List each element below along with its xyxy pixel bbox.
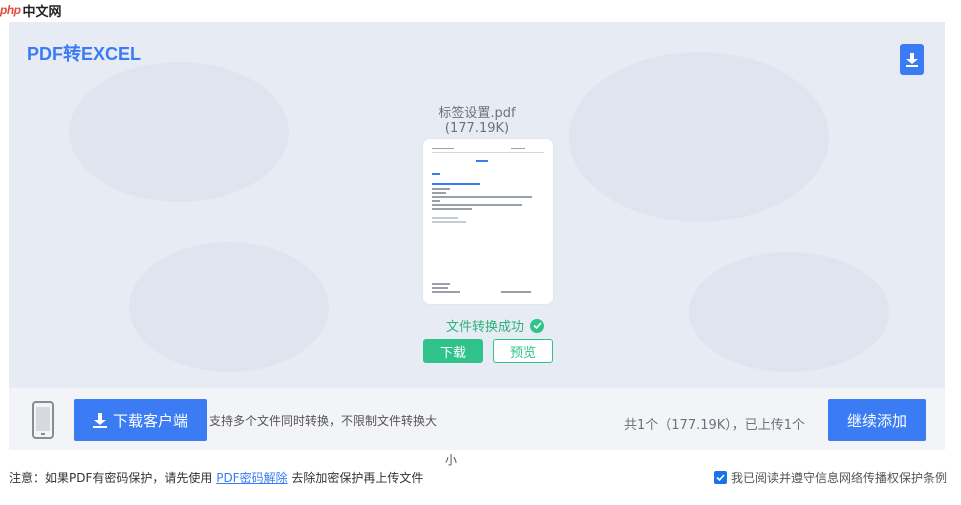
phone-icon [32, 401, 54, 439]
file-size: (177.19K) [444, 121, 510, 136]
agreement: 我已阅读并遵守信息网络传播权保护条例 [713, 469, 947, 486]
upload-count: 共1个（177.19K），已上传1个 [624, 418, 806, 433]
password-note: 注意：如果PDF有密码保护，请先使用 PDF密码解除 去除加密保护再上传文件 [9, 469, 423, 486]
pdf-unlock-link[interactable]: PDF密码解除 [216, 471, 287, 485]
note-prefix: 注意：如果PDF有密码保护，请先使用 [9, 471, 217, 485]
watermark-php: php [0, 3, 21, 17]
download-icon [906, 52, 918, 67]
check-circle-icon [530, 318, 545, 333]
download-icon [92, 412, 107, 428]
checkbox-icon [716, 474, 725, 481]
site-watermark: php 中文网 [0, 0, 62, 20]
download-corner-button[interactable] [900, 44, 924, 75]
watermark-cn: 中文网 [22, 4, 62, 20]
conversion-status: 文件转换成功 [446, 316, 545, 335]
file-name: 标签设置.pdf [438, 106, 516, 121]
conversion-panel: PDF转EXCEL 标签设置.pdf (177.19K) 文件转换成功 下载 预… [9, 22, 945, 388]
download-client-label: 下载客户端 [112, 411, 188, 430]
support-text-wrap: 小 [445, 453, 458, 467]
file-thumbnail[interactable] [423, 139, 553, 304]
download-client-button[interactable]: 下载客户端 [74, 399, 207, 441]
support-text: 支持多个文件同时转换，不限制文件转换大 [209, 414, 438, 428]
status-text: 文件转换成功 [446, 320, 525, 335]
continue-add-button[interactable]: 继续添加 [828, 399, 926, 441]
bottom-action-bar: 下载客户端 支持多个文件同时转换，不限制文件转换大 共1个（177.19K），已… [9, 388, 945, 450]
agree-checkbox[interactable] [713, 471, 727, 484]
page-title: PDF转EXCEL [27, 44, 142, 64]
preview-button[interactable]: 预览 [493, 339, 553, 363]
agree-text: 我已阅读并遵守信息网络传播权保护条例 [730, 471, 947, 485]
note-suffix: 去除加密保护再上传文件 [287, 471, 424, 485]
download-button[interactable]: 下载 [423, 339, 483, 363]
